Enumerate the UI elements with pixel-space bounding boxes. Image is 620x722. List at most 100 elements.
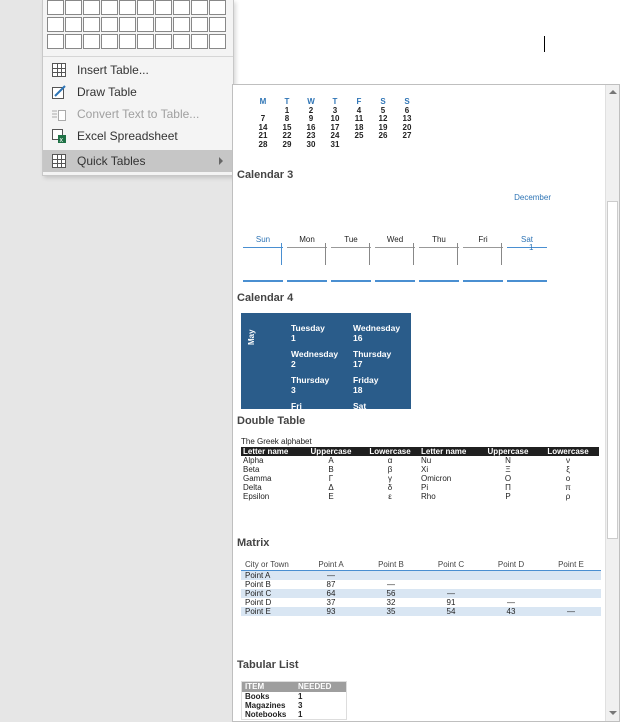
table-cell: Α bbox=[328, 456, 334, 465]
calendar-day: 13 bbox=[402, 114, 412, 123]
calendar3-rule bbox=[287, 247, 327, 248]
calendar3-rule bbox=[463, 247, 503, 248]
calendar3-rule bbox=[331, 247, 371, 248]
table-cell: Gamma bbox=[243, 474, 272, 483]
calendar4-day: Wednesday bbox=[353, 323, 401, 333]
grid-cell[interactable] bbox=[173, 17, 190, 32]
grid-cell[interactable] bbox=[65, 17, 82, 32]
table-cell: — bbox=[447, 589, 455, 598]
grid-cell[interactable] bbox=[65, 0, 82, 15]
menu-item-insert-table[interactable]: Insert Table... bbox=[43, 59, 233, 81]
grid-cell[interactable] bbox=[191, 34, 208, 49]
table-row: Point C 64 56 — bbox=[241, 589, 601, 598]
calendar3-bottom-rule bbox=[419, 280, 459, 282]
menu-item-convert-text[interactable]: Convert Text to Table... bbox=[43, 103, 233, 125]
grid-cell[interactable] bbox=[65, 34, 82, 49]
calendar-weekday: T bbox=[284, 97, 290, 106]
calendar4-day: Thursday bbox=[291, 375, 330, 385]
calendar-week-row: 7 8 9 10 11 12 13 bbox=[251, 114, 419, 123]
grid-cell[interactable] bbox=[83, 0, 100, 15]
calendar3-bottom-rule bbox=[507, 280, 547, 282]
grid-cell[interactable] bbox=[119, 17, 136, 32]
grid-row bbox=[47, 0, 227, 17]
table-cell: Ξ bbox=[505, 465, 511, 474]
table-cell: Point C bbox=[245, 589, 272, 598]
calendar-day: 28 bbox=[258, 139, 268, 149]
grid-cell[interactable] bbox=[83, 34, 100, 49]
menu-item-label: Draw Table bbox=[77, 85, 137, 99]
calendar4-title: Calendar 4 bbox=[237, 292, 294, 304]
convert-text-icon bbox=[52, 107, 66, 121]
calendar-day: 26 bbox=[378, 131, 388, 140]
calendar3-title: Calendar 3 bbox=[237, 169, 294, 181]
menu-item-label: Convert Text to Table... bbox=[77, 107, 200, 121]
scroll-up-icon[interactable] bbox=[609, 90, 617, 94]
double-table-preview[interactable]: The Greek alphabet Letter name Uppercase L… bbox=[241, 437, 599, 501]
calendar-day: 11 bbox=[354, 114, 364, 123]
scrollbar-thumb[interactable] bbox=[607, 201, 618, 539]
grid-cell[interactable] bbox=[101, 17, 118, 32]
calendar-day: 1 bbox=[284, 105, 290, 115]
grid-cell[interactable] bbox=[83, 17, 100, 32]
grid-cell[interactable] bbox=[209, 0, 226, 15]
calendar-weekday: S bbox=[380, 97, 386, 106]
calendar3-weekday: Sun bbox=[255, 235, 271, 244]
calendar3-bottom-rule bbox=[243, 280, 283, 282]
scroll-down-icon[interactable] bbox=[609, 711, 617, 715]
grid-cell[interactable] bbox=[155, 34, 172, 49]
grid-cell[interactable] bbox=[137, 0, 154, 15]
calendar-preview[interactable]: M T W T F S S 1 2 3 4 5 6 7 8 9 10 11 12 13 14 15 16 17 18 19 20 21… bbox=[251, 97, 419, 149]
table-size-grid[interactable] bbox=[47, 0, 227, 51]
calendar-weekday: W bbox=[307, 97, 315, 106]
grid-cell[interactable] bbox=[173, 0, 190, 15]
table-cell: Magazines bbox=[245, 701, 286, 710]
calendar4-day: Friday bbox=[353, 375, 379, 385]
calendar-day: 4 bbox=[356, 105, 362, 115]
menu-item-quick-tables[interactable]: Quick Tables bbox=[43, 150, 233, 172]
table-cell: Point E bbox=[245, 607, 271, 616]
matrix-header-cell: City or Town bbox=[245, 560, 289, 569]
calendar4-date: 17 bbox=[353, 359, 363, 369]
table-cell: Β bbox=[328, 465, 334, 474]
grid-cell[interactable] bbox=[101, 0, 118, 15]
double-table-header-cell: Lowercase bbox=[369, 447, 411, 456]
menu-item-label: Quick Tables bbox=[77, 154, 146, 168]
grid-cell[interactable] bbox=[47, 34, 64, 49]
calendar4-row: Tuesday 1 Wednesday 16 bbox=[291, 323, 411, 349]
matrix-preview[interactable]: City or Town Point A Point B Point C Point D… bbox=[241, 559, 601, 616]
table-cell bbox=[481, 571, 541, 580]
calendar-week-row: 1 2 3 4 5 6 bbox=[251, 106, 419, 115]
grid-cell[interactable] bbox=[119, 34, 136, 49]
calendar3-preview[interactable]: Sun Mon Tue Wed Thu Fri Sat bbox=[241, 235, 549, 244]
grid-cell[interactable] bbox=[137, 34, 154, 49]
tabular-list-preview[interactable]: ITEM NEEDED Books 1 Magazines 3 Notebooks 1 bbox=[241, 681, 347, 720]
table-cell bbox=[421, 580, 481, 589]
tabular-list-header-cell: NEEDED bbox=[298, 682, 332, 691]
grid-cell[interactable] bbox=[119, 0, 136, 15]
grid-cell[interactable] bbox=[173, 34, 190, 49]
table-row: Gamma Γγ Omicron Οο bbox=[241, 474, 599, 483]
grid-cell[interactable] bbox=[191, 0, 208, 15]
calendar4-preview[interactable]: May Tuesday 1 Wednesday 16 Wednesday 2 Thursda… bbox=[241, 313, 411, 409]
grid-cell[interactable] bbox=[47, 0, 64, 15]
matrix-header-cell: Point A bbox=[318, 560, 344, 569]
table-cell: Ν bbox=[505, 456, 511, 465]
grid-cell[interactable] bbox=[155, 0, 172, 15]
table-cell bbox=[541, 598, 601, 607]
matrix-title: Matrix bbox=[237, 537, 270, 549]
gallery-scrollbar[interactable] bbox=[605, 85, 619, 721]
calendar-day: 29 bbox=[282, 139, 292, 149]
grid-cell[interactable] bbox=[191, 17, 208, 32]
table-cell: π bbox=[565, 483, 571, 492]
table-cell: 54 bbox=[446, 607, 456, 616]
table-cell bbox=[541, 589, 601, 598]
menu-item-excel-spreadsheet[interactable]: x Excel Spreadsheet bbox=[43, 125, 233, 147]
grid-cell[interactable] bbox=[155, 17, 172, 32]
grid-cell[interactable] bbox=[209, 34, 226, 49]
menu-item-draw-table[interactable]: Draw Table bbox=[43, 81, 233, 103]
grid-cell[interactable] bbox=[47, 17, 64, 32]
grid-cell[interactable] bbox=[101, 34, 118, 49]
grid-cell[interactable] bbox=[209, 17, 226, 32]
grid-cell[interactable] bbox=[137, 17, 154, 32]
matrix-header-cell: Point C bbox=[437, 560, 465, 569]
